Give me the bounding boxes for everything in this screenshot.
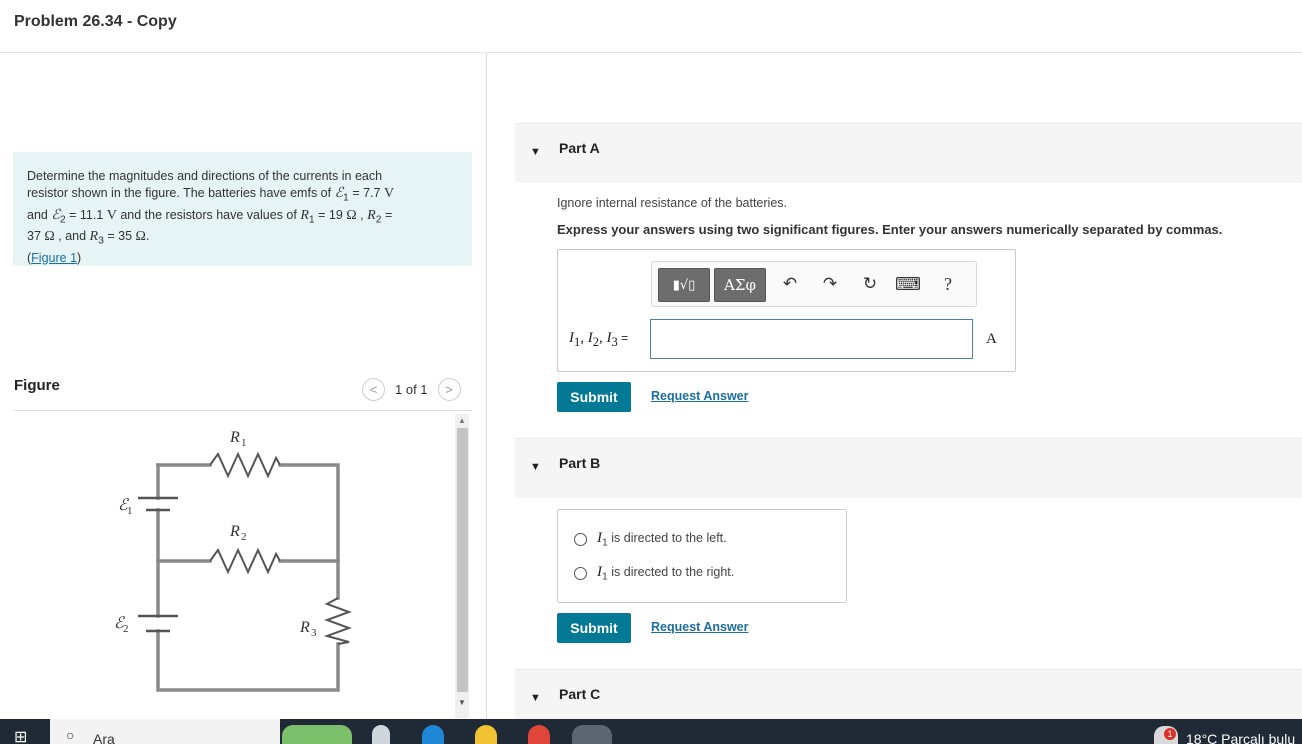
label-e2-sub: 2: [123, 623, 129, 635]
taskbar-search[interactable]: ○ Ara: [50, 719, 280, 744]
weather-text[interactable]: 18°C Parçalı bulu: [1186, 731, 1295, 744]
weather-badge: 1: [1164, 728, 1176, 740]
figure-nav: < 1 of 1 >: [362, 377, 461, 401]
part-b-request-answer-link[interactable]: Request Answer: [651, 620, 748, 634]
radio-right[interactable]: [574, 566, 587, 580]
part-a-instruction: Ignore internal resistance of the batter…: [557, 196, 787, 210]
part-b-choices: I1 is directed to the left. I1 is direct…: [557, 509, 847, 603]
reset-icon[interactable]: ↻: [858, 272, 882, 296]
choice-left[interactable]: I1 is directed to the left.: [574, 530, 727, 549]
label-r3-sub: 3: [311, 627, 317, 639]
taskbar-search-text: Ara: [93, 731, 115, 744]
scroll-down-arrow-icon[interactable]: ▼: [458, 698, 466, 707]
part-b-caret-icon[interactable]: ▼: [530, 461, 541, 473]
part-a-submit-button[interactable]: Submit: [557, 382, 631, 412]
part-b-submit-button[interactable]: Submit: [557, 613, 631, 643]
math-toolbar: ▮√▯ ΑΣφ ↶ ↷ ↻ ⌨ ?: [651, 261, 977, 307]
part-a-express: Express your answers using two significa…: [557, 222, 1223, 237]
radio-left[interactable]: [574, 532, 587, 546]
resistor-r3: [323, 597, 352, 645]
label-r2-sub: 2: [241, 531, 247, 543]
wire-left-bottom: [156, 629, 340, 692]
problem-line-3: and ℰ2 = 11.1 V and the resistors have v…: [27, 207, 393, 226]
figure-scrollbar-thumb[interactable]: [457, 428, 468, 692]
greek-symbols-button[interactable]: ΑΣφ: [714, 268, 766, 302]
file-explorer-icon[interactable]: [475, 725, 497, 744]
chrome-active-icon[interactable]: [572, 725, 612, 744]
part-b-title: Part B: [559, 455, 601, 471]
templates-button[interactable]: ▮√▯: [658, 268, 710, 302]
prev-figure-button[interactable]: <: [362, 377, 385, 401]
answer-unit: A: [986, 331, 997, 347]
taskbar: ⊞ ○ Ara 1 18°C Parçalı bulu: [0, 719, 1302, 744]
figure-separator: [13, 410, 472, 411]
label-r2: R: [229, 523, 240, 540]
next-figure-button[interactable]: >: [437, 377, 461, 401]
problem-line-4: 37 Ω , and R3 = 35 Ω.: [27, 229, 150, 247]
widgets-icon[interactable]: [282, 725, 352, 744]
undo-icon[interactable]: ↶: [778, 272, 802, 296]
resistor-r2: [209, 547, 281, 575]
label-r1-sub: 1: [241, 437, 247, 449]
choice-right[interactable]: I1 is directed to the right.: [574, 564, 734, 583]
label-e1-sub: 1: [127, 505, 133, 517]
part-a-title: Part A: [559, 140, 600, 156]
problem-line-2: resistor shown in the figure. The batter…: [27, 186, 395, 204]
search-icon: ○: [66, 727, 75, 743]
answer-input[interactable]: [650, 319, 973, 359]
part-b-header[interactable]: ▼ Part B: [515, 438, 1302, 498]
answer-variable-label: I1, I2, I3 =: [569, 330, 629, 349]
header: Problem 26.34 - Copy: [0, 0, 1302, 53]
part-c-title: Part C: [559, 686, 601, 702]
column-divider: [486, 53, 487, 719]
label-r1: R: [229, 429, 240, 446]
part-a-request-answer-link[interactable]: Request Answer: [651, 389, 748, 403]
resistor-r1: [209, 451, 281, 479]
problem-statement: Determine the magnitudes and directions …: [13, 152, 472, 266]
task-view-icon[interactable]: [372, 725, 390, 744]
part-c-caret-icon[interactable]: ▼: [530, 692, 541, 704]
page-title: Problem 26.34 - Copy: [14, 13, 177, 30]
keyboard-icon[interactable]: ⌨: [895, 272, 921, 296]
part-a-caret-icon[interactable]: ▼: [530, 146, 541, 158]
label-r3: R: [299, 619, 310, 636]
part-a-header[interactable]: ▼ Part A: [515, 123, 1302, 183]
figure-heading: Figure: [14, 377, 60, 394]
edge-browser-icon[interactable]: [422, 725, 444, 744]
problem-line-1: Determine the magnitudes and directions …: [27, 169, 383, 183]
figure-counter: 1 of 1: [395, 381, 428, 397]
wire-top-right: [278, 463, 340, 600]
part-a-answer-box: ▮√▯ ΑΣφ ↶ ↷ ↻ ⌨ ? I1, I2, I3 = A: [557, 249, 1016, 372]
windows-start-icon[interactable]: ⊞: [14, 727, 27, 744]
help-icon[interactable]: ?: [936, 272, 960, 296]
problem-line-5: (Figure 1): [27, 250, 82, 265]
chrome-icon[interactable]: [528, 725, 550, 744]
circuit-diagram: R 1 R 2 R 3 ℰ 1 ℰ 2: [114, 429, 352, 692]
scroll-up-arrow-icon[interactable]: ▲: [458, 416, 466, 425]
redo-icon[interactable]: ↷: [818, 272, 842, 296]
figure-link[interactable]: Figure 1: [31, 251, 77, 265]
page: Problem 26.34 - Copy Determine the magni…: [0, 0, 1302, 744]
